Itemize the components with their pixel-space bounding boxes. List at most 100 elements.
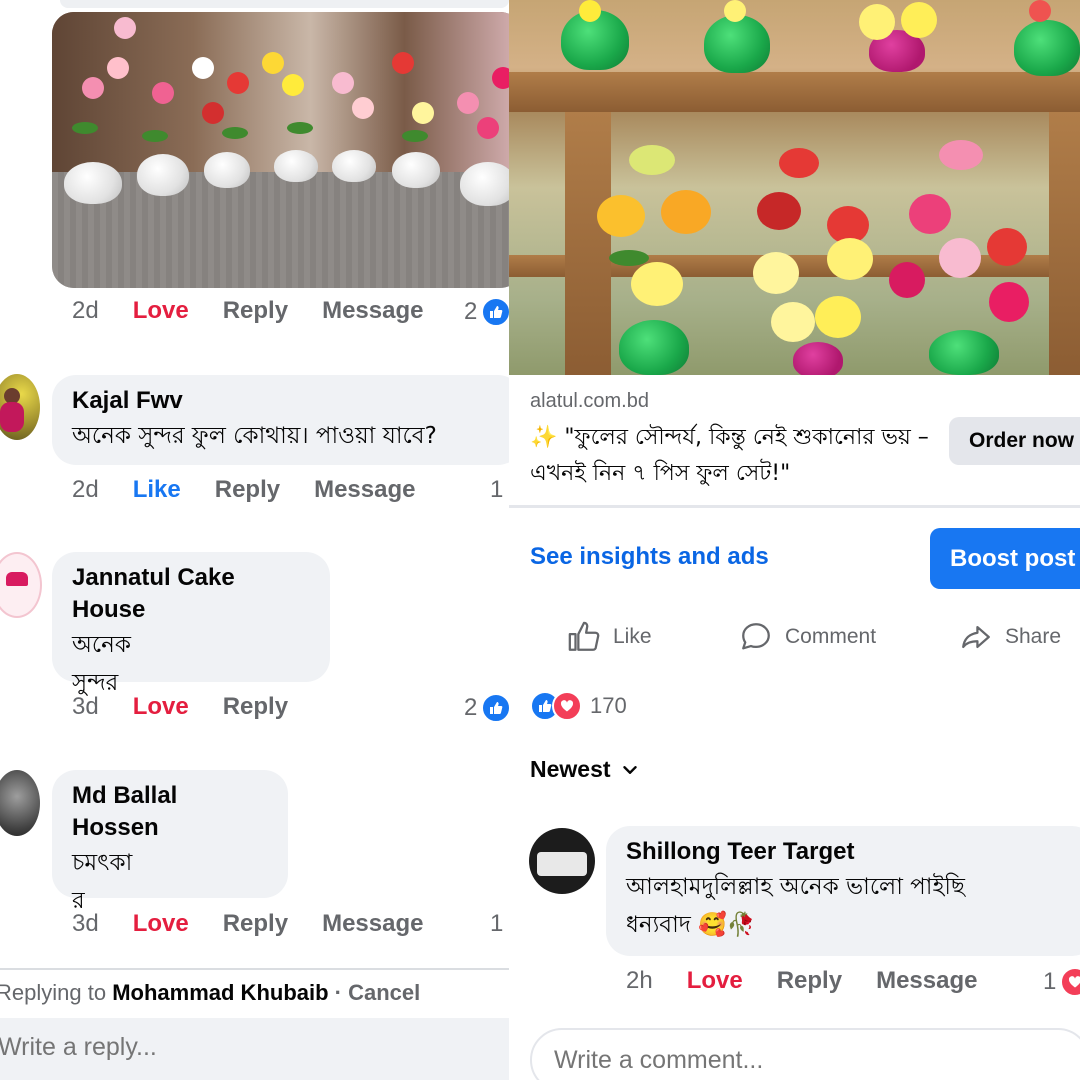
share-action-button[interactable]: Share: [959, 620, 1061, 654]
share-arrow-icon: [962, 625, 990, 649]
comment-time: 2d: [72, 297, 99, 324]
comment-text-line1: অনেক: [72, 632, 131, 658]
flower: [477, 117, 499, 139]
replying-to-name: Mohammad Khubaib: [112, 980, 329, 1005]
flower: [597, 195, 645, 237]
comment-bubble-kajal-fwv: Kajal Fwv অনেক সুন্দর ফুল কোথায়। পাওয়া…: [52, 375, 509, 465]
comment-time: 3d: [72, 693, 99, 720]
flower: [939, 238, 981, 278]
reply-link[interactable]: Reply: [777, 967, 842, 995]
white-pot: [204, 152, 250, 188]
replying-to-bar: Replying to Mohammad Khubaib · Cancel: [0, 980, 420, 1006]
flower: [352, 97, 374, 119]
avatar-jannatul-cake-house[interactable]: [0, 552, 42, 618]
wooden-beam: [509, 72, 1080, 112]
commenter-name[interactable]: Shillong Teer Target: [626, 836, 1076, 868]
comment-action-button[interactable]: Comment: [739, 620, 876, 654]
flower: [107, 57, 129, 79]
commenter-name[interactable]: Jannatul Cake House: [72, 562, 310, 626]
reply-link[interactable]: Reply: [215, 476, 280, 504]
reaction-count[interactable]: 2: [464, 297, 509, 327]
reaction-count-number: 1: [1043, 968, 1057, 995]
love-reaction-link[interactable]: Love: [133, 693, 189, 721]
reaction-count[interactable]: 2: [464, 693, 509, 723]
comment-input[interactable]: [552, 1044, 1068, 1076]
message-link[interactable]: Message: [314, 476, 415, 504]
avatar-shillong-teer-target[interactable]: [529, 828, 595, 894]
reaction-count-number: 2: [464, 694, 478, 721]
flower: [889, 262, 925, 298]
flower: [457, 92, 479, 114]
comment-text-line1: চমৎকা: [72, 850, 133, 876]
flower: [827, 238, 873, 280]
like-action-button[interactable]: Like: [567, 620, 652, 654]
ad-image-flower-sets[interactable]: [509, 0, 1080, 375]
comment-time: 2h: [626, 967, 653, 994]
reply-input[interactable]: [0, 1032, 500, 1063]
love-reaction-link[interactable]: Love: [687, 967, 743, 995]
ad-headline[interactable]: ✨ "ফুলের সৌন্দর্য, কিন্তু নেই শুকানোর ভয…: [530, 420, 930, 492]
green-pot: [929, 330, 999, 375]
flower: [82, 77, 104, 99]
reaction-count-number: 1: [490, 910, 504, 937]
comment-actions: 2h Love Reply Message: [626, 967, 1011, 995]
comment-text-line2: ধন্যবাদ 🥰🥀: [626, 912, 756, 938]
flower: [392, 52, 414, 74]
comment-actions: 2d Love Reply Message: [72, 297, 457, 325]
sort-label: Newest: [530, 756, 611, 782]
reaction-count[interactable]: 1: [490, 476, 503, 504]
like-link[interactable]: Like: [133, 476, 181, 504]
love-reaction-icon: [552, 691, 582, 721]
reaction-count[interactable]: 1: [490, 910, 503, 938]
avatar-kajal-fwv[interactable]: [0, 374, 40, 440]
post-reactions-summary[interactable]: 170: [530, 691, 627, 721]
cancel-reply-link[interactable]: · Cancel: [335, 980, 421, 1005]
green-pot: [1014, 20, 1080, 76]
comment-photo-flower-pots[interactable]: [52, 12, 509, 288]
comment-composer[interactable]: [530, 1028, 1080, 1080]
commenter-name[interactable]: Kajal Fwv: [72, 385, 502, 417]
flower: [779, 148, 819, 178]
comment-bubble-shillong-teer-target: Shillong Teer Target আলহামদুলিল্লাহ অনেক…: [606, 826, 1080, 956]
flower: [771, 302, 815, 342]
flower: [262, 52, 284, 74]
comment-time: 2d: [72, 476, 99, 503]
reply-link[interactable]: Reply: [223, 693, 288, 721]
flower: [753, 252, 799, 294]
reaction-count-number: 2: [464, 298, 478, 325]
leaf: [142, 130, 168, 142]
flower: [631, 262, 683, 306]
see-insights-link[interactable]: See insights and ads: [530, 543, 769, 571]
previous-comment-bubble-edge: [60, 0, 509, 8]
boost-post-button[interactable]: Boost post: [930, 528, 1080, 589]
wooden-post: [1049, 112, 1080, 375]
commenter-name[interactable]: Md Ballal Hossen: [72, 780, 268, 844]
comment-sort-dropdown[interactable]: Newest: [530, 756, 641, 783]
reaction-total: 170: [590, 693, 627, 718]
message-link[interactable]: Message: [322, 297, 423, 325]
thumbs-up-icon: [568, 621, 600, 651]
comment-actions: 3d Love Reply Message: [72, 910, 457, 938]
reply-link[interactable]: Reply: [223, 910, 288, 938]
ad-domain[interactable]: alatul.com.bd: [530, 390, 649, 413]
share-action-label: Share: [1005, 625, 1062, 648]
comment-action-label: Comment: [785, 625, 877, 648]
flower: [332, 72, 354, 94]
flower: [412, 102, 434, 124]
order-now-button[interactable]: Order now: [949, 417, 1080, 465]
comment-bubble-md-ballal-hossen: Md Ballal Hossen চমৎকা র: [52, 770, 288, 914]
avatar-md-ballal-hossen[interactable]: [0, 770, 40, 836]
love-reaction-link[interactable]: Love: [133, 297, 189, 325]
right-ad-post-pane: alatul.com.bd ✨ "ফুলের সৌন্দর্য, কিন্তু …: [509, 0, 1080, 1080]
love-reaction-link[interactable]: Love: [133, 910, 189, 938]
left-comments-pane: 2d Love Reply Message 2 Kajal Fwv অনেক স…: [0, 0, 509, 1080]
flower: [987, 228, 1027, 266]
flower: [227, 72, 249, 94]
leaf: [72, 122, 98, 134]
message-link[interactable]: Message: [322, 910, 423, 938]
reply-link[interactable]: Reply: [223, 297, 288, 325]
reaction-count[interactable]: 1: [1043, 967, 1080, 997]
reply-composer[interactable]: [0, 1018, 509, 1080]
message-link[interactable]: Message: [876, 967, 977, 995]
like-badge-icon: [481, 297, 509, 327]
